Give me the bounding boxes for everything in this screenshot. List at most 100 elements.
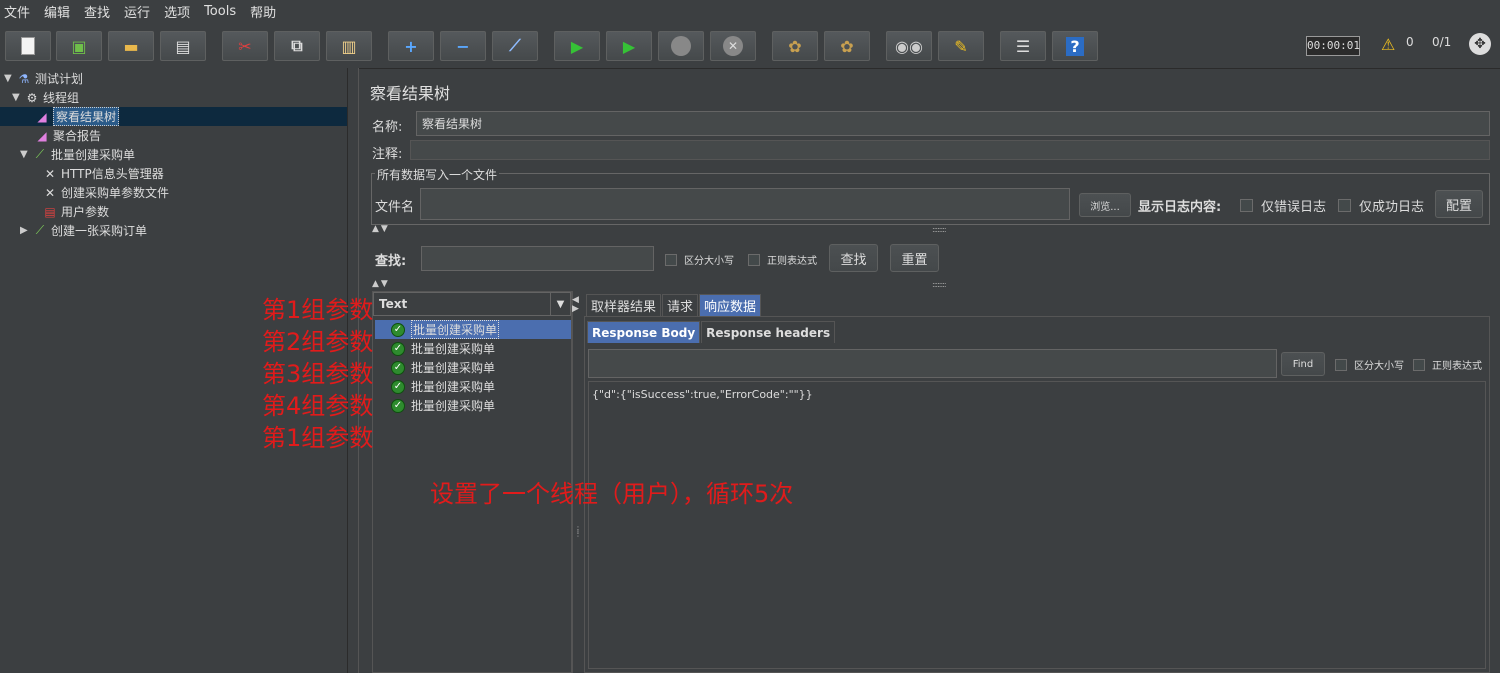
find-button[interactable]: Find [1281, 352, 1325, 376]
browse-button[interactable]: 浏览... [1079, 193, 1131, 217]
tree-item-thread-group[interactable]: ▼ ⚙ 线程组 [12, 88, 79, 107]
new-icon[interactable] [5, 31, 51, 61]
tab-request[interactable]: 请求 [662, 294, 699, 316]
tree-item-test-plan[interactable]: ▼ ⚗ 测试计划 [4, 69, 83, 88]
success-only-label: 仅成功日志 [1359, 200, 1425, 215]
clear-all-icon[interactable]: ✿ [824, 31, 870, 61]
stop-icon[interactable] [658, 31, 704, 61]
filename-field[interactable] [420, 188, 1070, 220]
tree-item-label: 批量创建采购单 [51, 148, 136, 162]
response-case-sensitive-checkbox[interactable]: 区分大小写 [1335, 357, 1404, 372]
chevron-down-icon[interactable]: ▼ [550, 293, 570, 315]
response-search-input[interactable] [588, 349, 1277, 378]
expanded-icon[interactable]: ▼ [4, 73, 16, 84]
name-label: 名称: [372, 120, 403, 135]
name-field[interactable]: 察看结果树 [416, 111, 1490, 136]
tree-item-create-order[interactable]: ▶ ⟋ 创建一张采购订单 [20, 221, 147, 240]
splitter-grip-icon[interactable]: :::::::: [932, 225, 947, 234]
response-body-text[interactable]: {"d":{"isSuccess":true,"ErrorCode":""}} [588, 381, 1486, 669]
start-icon[interactable]: ▶ [554, 31, 600, 61]
result-item[interactable]: ✓ 批量创建采购单 [391, 396, 495, 415]
case-sensitive-checkbox[interactable]: 区分大小写 [665, 252, 734, 267]
collapsed-icon[interactable]: ▶ [20, 225, 32, 236]
warning-icon[interactable]: ⚠ [1381, 35, 1395, 54]
response-regex-checkbox[interactable]: 正则表达式 [1413, 357, 1482, 372]
menu-search[interactable]: 查找 [84, 2, 110, 21]
help-icon[interactable]: ? [1052, 31, 1098, 61]
result-label: 批量创建采购单 [411, 342, 496, 356]
flask-icon: ⚗ [18, 71, 30, 86]
elapsed-timer: 00:00:01 [1306, 36, 1360, 56]
result-item[interactable]: ✓ 批量创建采购单 [391, 358, 495, 377]
annotation-group: 第1组参数 [262, 296, 374, 324]
renderer-select[interactable]: Text ▼ [373, 292, 571, 316]
tab-response-body[interactable]: Response Body [587, 321, 701, 343]
comment-field[interactable] [410, 140, 1490, 160]
tab-response-data[interactable]: 响应数据 [699, 294, 762, 316]
cut-icon[interactable]: ✂ [222, 31, 268, 61]
open-icon[interactable]: ▬ [108, 31, 154, 61]
templates-icon[interactable]: ▣ [56, 31, 102, 61]
function-helper-icon[interactable]: ☰ [1000, 31, 1046, 61]
tree-item-label: 聚合报告 [53, 129, 102, 143]
collapse-arrows-icon[interactable]: ▲▼ [372, 224, 390, 234]
regex-checkbox[interactable]: 正则表达式 [748, 252, 817, 267]
success-only-checkbox[interactable]: 仅成功日志 [1338, 196, 1424, 215]
tree-item-http-header-manager[interactable]: ✕ HTTP信息头管理器 [42, 164, 164, 183]
start-no-pause-icon[interactable]: ▶ [606, 31, 652, 61]
result-item[interactable]: ✓ 批量创建采购单 [391, 377, 495, 396]
log-content-label: 显示日志内容: [1138, 200, 1222, 215]
search-button[interactable]: 查找 [829, 244, 878, 272]
tree-item-csv-config[interactable]: ✕ 创建采购单参数文件 [42, 183, 169, 202]
toolbar: ▣ ▬ ▤ ✂ ⧉ ▥ + − ⟋ ▶ ▶ ✕ ✿ ✿ ◉◉ ✎ ☰ ? 00:… [0, 23, 1500, 69]
regex-label: 正则表达式 [767, 256, 817, 267]
reset-search-icon[interactable]: ✎ [938, 31, 984, 61]
menu-run[interactable]: 运行 [124, 2, 150, 21]
tree-item-aggregate-report[interactable]: ◢ 聚合报告 [34, 126, 101, 145]
result-label: 批量创建采购单 [411, 320, 500, 339]
reset-button[interactable]: 重置 [890, 244, 939, 272]
menu-tools[interactable]: Tools [204, 4, 236, 19]
collapse-icon[interactable]: − [440, 31, 486, 61]
search-input[interactable] [421, 246, 654, 271]
menu-options[interactable]: 选项 [164, 2, 190, 21]
response-subtabs: Response Body Response headers [587, 321, 836, 343]
splitter-arrows-icon[interactable]: ◀ ▶ [572, 296, 579, 314]
tab-response-headers[interactable]: Response headers [701, 321, 836, 343]
expanded-icon[interactable]: ▼ [12, 92, 24, 103]
warning-count: 0 [1406, 35, 1414, 49]
clear-icon[interactable]: ✿ [772, 31, 818, 61]
comment-label: 注释: [372, 147, 403, 162]
tree-item-user-params[interactable]: ▤ 用户参数 [42, 202, 109, 221]
renderer-value: Text [379, 297, 408, 311]
menu-file[interactable]: 文件 [4, 2, 30, 21]
remote-icon[interactable]: ✥ [1469, 33, 1491, 55]
tree-item-batch-create[interactable]: ▼ ⟋ 批量创建采购单 [20, 145, 135, 164]
group-annotations: 第1组参数 第2组参数 第3组参数 第4组参数 第1组参数 [262, 294, 373, 454]
copy-icon[interactable]: ⧉ [274, 31, 320, 61]
file-fieldset-legend: 所有数据写入一个文件 [375, 166, 500, 183]
search-icon[interactable]: ◉◉ [886, 31, 932, 61]
collapse-arrows-icon[interactable]: ▲▼ [372, 279, 390, 289]
result-item[interactable]: ✓ 批量创建采购单 [391, 320, 500, 339]
expand-icon[interactable]: + [388, 31, 434, 61]
menu-help[interactable]: 帮助 [250, 2, 276, 21]
success-shield-icon: ✓ [391, 322, 405, 337]
annotation-group: 第2组参数 [262, 328, 374, 356]
menu-edit[interactable]: 编辑 [44, 2, 70, 21]
result-item[interactable]: ✓ 批量创建采购单 [391, 339, 495, 358]
errors-only-checkbox[interactable]: 仅错误日志 [1240, 196, 1326, 215]
splitter-grip-icon[interactable]: :::::::: [932, 280, 947, 289]
shutdown-icon[interactable]: ✕ [710, 31, 756, 61]
paste-icon[interactable]: ▥ [326, 31, 372, 61]
tree-item-view-results-tree[interactable]: ◢ 察看结果树 [34, 107, 120, 126]
splitter-grip-icon[interactable]: ⋮ ⋮ [574, 526, 582, 538]
configure-button[interactable]: 配置 [1435, 190, 1483, 218]
annotation-note: 设置了一个线程（用户），循环5次 [430, 480, 794, 508]
toggle-icon[interactable]: ⟋ [492, 31, 538, 61]
expanded-icon[interactable]: ▼ [20, 149, 32, 160]
graph-icon: ◢ [37, 128, 47, 143]
tree-item-label: 察看结果树 [53, 107, 120, 126]
tab-sampler-result[interactable]: 取样器结果 [586, 294, 662, 316]
save-icon[interactable]: ▤ [160, 31, 206, 61]
